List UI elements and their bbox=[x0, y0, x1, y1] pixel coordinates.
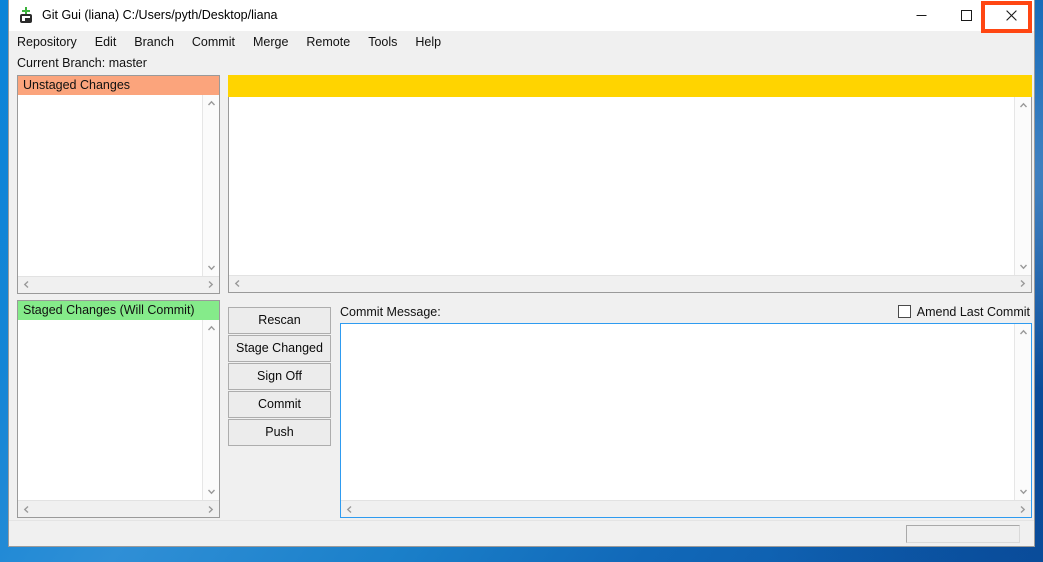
chevron-up-icon[interactable] bbox=[1015, 97, 1032, 114]
chevron-down-icon[interactable] bbox=[203, 259, 220, 276]
staged-vertical-scrollbar[interactable] bbox=[202, 319, 220, 500]
commit-button[interactable]: Commit bbox=[228, 390, 331, 418]
close-button[interactable] bbox=[989, 0, 1034, 31]
window-title: Git Gui (liana) C:/Users/pyth/Desktop/li… bbox=[42, 8, 278, 22]
commit-row: Rescan Stage Changed Sign Off Commit Pus… bbox=[228, 301, 1032, 519]
staged-changes-list[interactable] bbox=[18, 319, 220, 500]
rescan-button[interactable]: Rescan bbox=[228, 306, 331, 334]
chevron-left-icon[interactable] bbox=[18, 276, 35, 293]
chevron-left-icon[interactable] bbox=[229, 275, 246, 292]
chevron-right-icon[interactable] bbox=[1014, 501, 1031, 518]
commit-message-column: Commit Message: Amend Last Commit bbox=[331, 301, 1032, 518]
work-area: Unstaged Changes Staged Changes (Will Co… bbox=[9, 73, 1034, 520]
menu-item-repository[interactable]: Repository bbox=[17, 35, 86, 49]
stage-changed-button[interactable]: Stage Changed bbox=[228, 334, 331, 362]
minimize-button[interactable] bbox=[899, 0, 944, 31]
unstaged-changes-header: Unstaged Changes bbox=[18, 76, 219, 95]
maximize-button[interactable] bbox=[944, 0, 989, 31]
unstaged-vertical-scrollbar[interactable] bbox=[202, 95, 219, 276]
action-buttons: Rescan Stage Changed Sign Off Commit Pus… bbox=[228, 301, 331, 519]
maximize-icon bbox=[961, 10, 972, 21]
desktop-background: Git Gui (liana) C:/Users/pyth/Desktop/li… bbox=[0, 0, 1043, 562]
commit-message-horizontal-scrollbar[interactable] bbox=[341, 500, 1031, 517]
menu-item-commit[interactable]: Commit bbox=[192, 35, 244, 49]
commit-message-body[interactable] bbox=[341, 323, 1032, 500]
menu-item-merge[interactable]: Merge bbox=[253, 35, 297, 49]
diff-canvas[interactable] bbox=[229, 97, 1014, 275]
menu-item-branch[interactable]: Branch bbox=[134, 35, 183, 49]
sign-off-button[interactable]: Sign Off bbox=[228, 362, 331, 390]
current-branch-label: Current Branch: master bbox=[9, 52, 1034, 73]
git-gui-icon bbox=[18, 7, 34, 23]
commit-message-canvas[interactable] bbox=[341, 323, 1014, 500]
staged-changes-header: Staged Changes (Will Commit) bbox=[18, 300, 219, 320]
status-bar bbox=[9, 520, 1034, 546]
chevron-down-icon[interactable] bbox=[1015, 258, 1032, 275]
chevron-right-icon[interactable] bbox=[202, 501, 219, 518]
changes-column: Unstaged Changes Staged Changes (Will Co… bbox=[17, 73, 220, 520]
checkbox-icon[interactable] bbox=[897, 305, 911, 318]
chevron-right-icon[interactable] bbox=[1014, 275, 1031, 292]
diff-header-bar bbox=[228, 75, 1032, 97]
progress-indicator bbox=[906, 524, 1020, 543]
git-gui-window: Git Gui (liana) C:/Users/pyth/Desktop/li… bbox=[8, 0, 1035, 547]
diff-viewer bbox=[228, 97, 1032, 293]
staged-horizontal-scrollbar[interactable] bbox=[18, 500, 219, 517]
title-bar: Git Gui (liana) C:/Users/pyth/Desktop/li… bbox=[9, 0, 1034, 33]
unstaged-changes-panel: Unstaged Changes bbox=[17, 75, 220, 294]
commit-message-header: Commit Message: Amend Last Commit bbox=[340, 301, 1032, 323]
chevron-up-icon[interactable] bbox=[203, 320, 220, 337]
commit-message-textarea[interactable] bbox=[340, 322, 1032, 518]
menu-item-tools[interactable]: Tools bbox=[368, 35, 406, 49]
chevron-down-icon[interactable] bbox=[203, 483, 220, 500]
diff-and-commit-column: Rescan Stage Changed Sign Off Commit Pus… bbox=[220, 73, 1032, 520]
diff-horizontal-scrollbar[interactable] bbox=[229, 274, 1031, 292]
chevron-up-icon[interactable] bbox=[203, 95, 220, 112]
staged-changes-canvas[interactable] bbox=[18, 319, 202, 500]
chevron-up-icon[interactable] bbox=[1015, 324, 1032, 341]
menu-item-help[interactable]: Help bbox=[415, 35, 450, 49]
chevron-left-icon[interactable] bbox=[18, 501, 35, 518]
menu-item-remote[interactable]: Remote bbox=[306, 35, 359, 49]
unstaged-changes-canvas[interactable] bbox=[18, 95, 202, 276]
close-icon bbox=[1006, 10, 1017, 21]
chevron-right-icon[interactable] bbox=[202, 276, 219, 293]
chevron-left-icon[interactable] bbox=[341, 501, 358, 518]
staged-changes-panel: Staged Changes (Will Commit) bbox=[17, 299, 220, 518]
menu-bar: Repository Edit Branch Commit Merge Remo… bbox=[9, 31, 1034, 52]
commit-message-vertical-scrollbar[interactable] bbox=[1014, 323, 1032, 500]
unstaged-changes-list[interactable] bbox=[18, 95, 219, 276]
amend-last-commit-checkbox[interactable]: Amend Last Commit bbox=[897, 304, 1032, 319]
minimize-icon bbox=[916, 10, 927, 21]
chevron-down-icon[interactable] bbox=[1015, 483, 1032, 500]
window-controls bbox=[899, 0, 1034, 31]
amend-last-commit-label: Amend Last Commit bbox=[916, 304, 1030, 319]
commit-message-label: Commit Message: bbox=[340, 304, 441, 319]
diff-body[interactable] bbox=[229, 97, 1031, 275]
diff-vertical-scrollbar[interactable] bbox=[1014, 97, 1031, 275]
menu-item-edit[interactable]: Edit bbox=[95, 35, 126, 49]
unstaged-horizontal-scrollbar[interactable] bbox=[18, 275, 219, 293]
diff-panel bbox=[228, 75, 1032, 293]
push-button[interactable]: Push bbox=[228, 418, 331, 446]
